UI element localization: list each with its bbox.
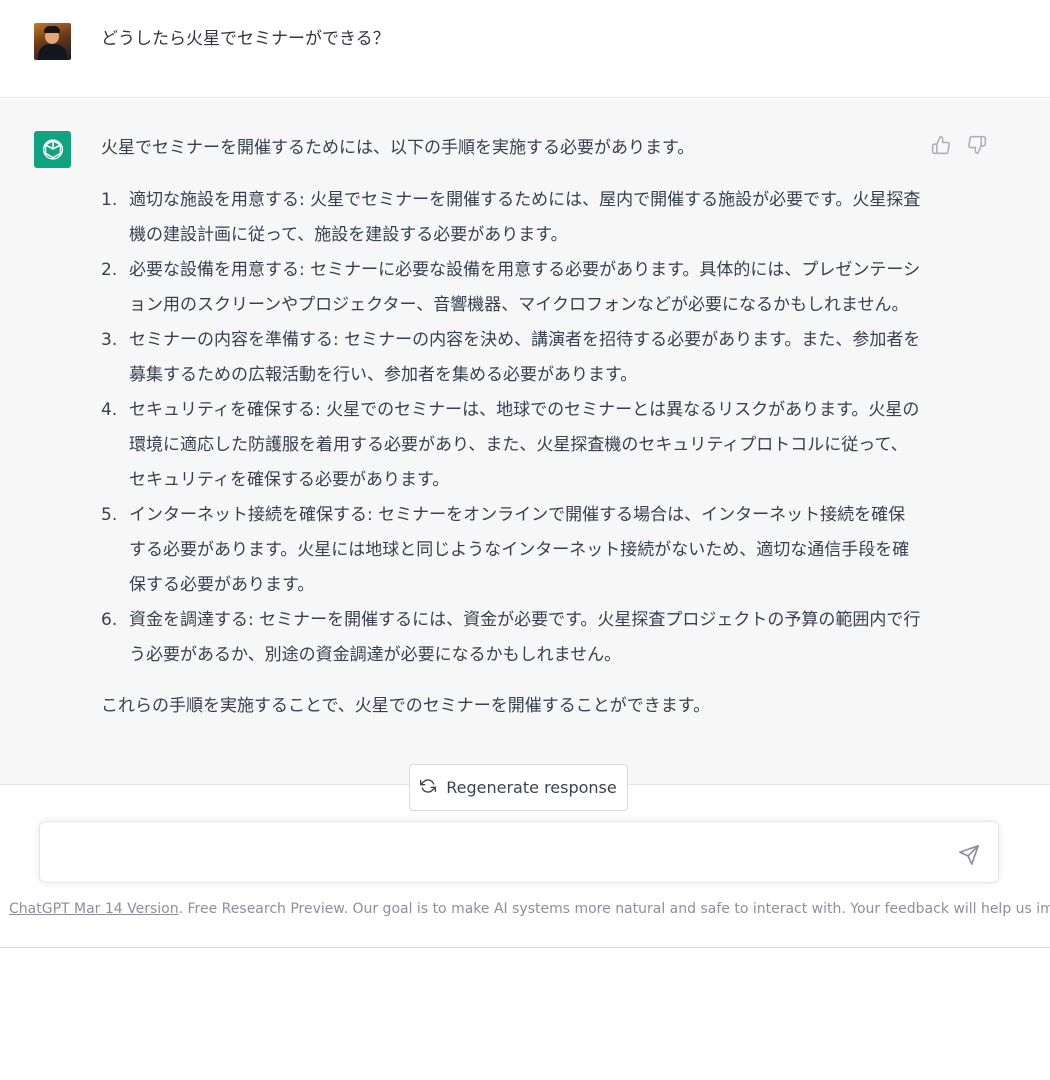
assistant-message-row: 火星でセミナーを開催するためには、以下の手順を実施する必要があります。 1. 適切…: [0, 99, 1050, 785]
steps-list: 1. 適切な施設を用意する: 火星でセミナーを開催するためには、屋内で開催する施設…: [101, 183, 921, 673]
message-composer: [39, 821, 999, 883]
divider: [0, 947, 1050, 948]
version-link[interactable]: ChatGPT Mar 14 Version: [9, 901, 179, 917]
openai-logo-icon: [34, 131, 71, 168]
list-item: 6. 資金を調達する: セミナーを開催するには、資金が必要です。火星探査プロジェク…: [101, 610, 921, 665]
regenerate-label: Regenerate response: [446, 778, 617, 797]
thumbs-down-icon[interactable]: [967, 135, 987, 155]
assistant-message-content: 火星でセミナーを開催するためには、以下の手順を実施する必要があります。 1. 適切…: [101, 135, 921, 719]
assistant-intro: 火星でセミナーを開催するためには、以下の手順を実施する必要があります。: [101, 138, 695, 158]
user-avatar: [34, 23, 71, 60]
refresh-icon: [420, 778, 437, 798]
list-item: 4. セキュリティを確保する: 火星でのセミナーは、地球でのセミナーとは異なるリス…: [101, 400, 920, 490]
send-icon[interactable]: [958, 844, 980, 866]
user-message-row: どうしたら火星でセミナーができる？: [0, 0, 1050, 98]
regenerate-response-button[interactable]: Regenerate response: [409, 764, 628, 811]
footer-text: . Free Research Preview. Our goal is to …: [178, 901, 1050, 917]
user-message-text: どうしたら火星でセミナーができる？: [101, 29, 390, 49]
assistant-outro: これらの手順を実施することで、火星でのセミナーを開催することができます。: [101, 696, 711, 716]
footer-disclaimer: ChatGPT Mar 14 Version. Free Research Pr…: [9, 899, 1050, 919]
list-item: 2. 必要な設備を用意する: セミナーに必要な設備を用意する必要があります。具体的…: [101, 260, 921, 315]
thumbs-up-icon[interactable]: [931, 135, 951, 155]
list-item: 5. インターネット接続を確保する: セミナーをオンラインで開催する場合は、インタ…: [101, 505, 910, 595]
message-input[interactable]: [56, 840, 936, 866]
list-item: 3. セミナーの内容を準備する: セミナーの内容を決め、講演者を招待する必要があり…: [101, 330, 921, 385]
list-item: 1. 適切な施設を用意する: 火星でセミナーを開催するためには、屋内で開催する施設…: [101, 190, 921, 245]
